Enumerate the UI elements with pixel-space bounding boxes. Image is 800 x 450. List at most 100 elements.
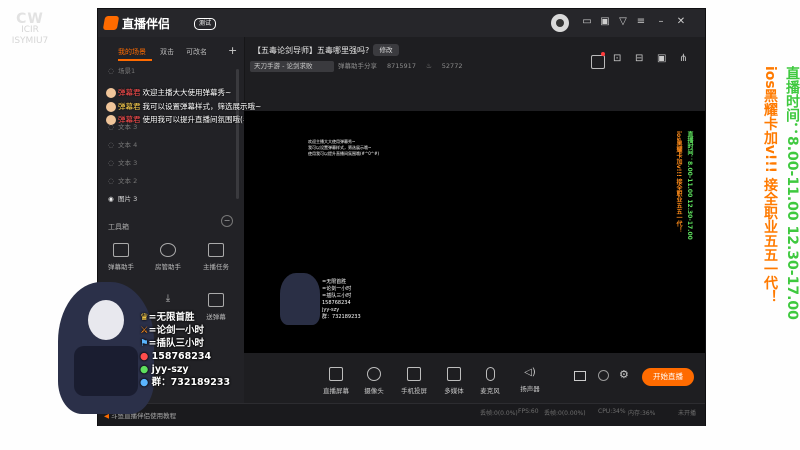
card-line: ● 群：732189233 [140, 377, 231, 388]
microphone-icon [485, 367, 495, 381]
notification-dot [601, 52, 605, 56]
scene-item[interactable]: ◌ 文本 2 [108, 175, 228, 187]
card-line: ♛=无限首胜 [140, 312, 195, 323]
collapse-icon[interactable]: − [221, 215, 233, 227]
heat-value: 52772 [441, 62, 463, 70]
danmu-line: 弹幕君 欢迎主播大大使用弹幕秀~ [106, 87, 231, 99]
toolbox-title: 工具箱 [108, 223, 129, 231]
tab-double-click[interactable]: 双击 [160, 46, 174, 58]
lock-icon[interactable]: ⊡ [613, 53, 621, 64]
preview-promo-text: ios黑耀卡加v!!! 接全职业五五一代！ [675, 131, 682, 233]
task-icon [208, 243, 224, 257]
tab-my-scenes[interactable]: 我的场景 [118, 46, 146, 58]
shirt-icon[interactable]: ▽ [617, 16, 629, 28]
message-icon[interactable]: ▣ [599, 16, 611, 28]
menu-icon[interactable]: ≡ [635, 16, 647, 28]
chat-icon [113, 243, 129, 257]
stream-title: 【五毒论剑导师】五毒哪里强吗? [253, 46, 370, 55]
sword-icon: ⚔ [140, 325, 149, 336]
schedule-text: 直播时间：8.00-11.00 12.30-17.00 [784, 66, 800, 320]
scene-item[interactable]: ◉ 图片 3 [108, 193, 228, 205]
media-button[interactable]: 多媒体 [434, 367, 474, 395]
room-label: 弹幕助手分享 [338, 62, 377, 70]
eye-icon[interactable]: ◌ [108, 139, 118, 151]
active-tab-indicator [118, 59, 152, 61]
card-line: ⚔=论剑一小时 [140, 325, 204, 336]
preview-time-text: 直播时间：8.00-11.00 12.30-17.00 [686, 131, 693, 240]
phone-icon [407, 367, 421, 381]
room-id: 8715917 [387, 62, 416, 70]
record-icon[interactable] [598, 370, 609, 381]
streamer-task-button[interactable]: 主播任务 [196, 243, 236, 271]
microphone-button[interactable]: 麦克风 [470, 367, 510, 395]
share-icon[interactable]: ⋔ [679, 53, 687, 64]
app-logo: 直播伴侣 [102, 14, 171, 32]
overlay-logo-line1: CW [16, 11, 44, 27]
tab-renamable[interactable]: 可改名 [186, 46, 207, 58]
scrollbar[interactable] [236, 69, 239, 199]
group-icon: ● [140, 377, 149, 388]
overlay-logo-line3: ISYMIU7 [11, 36, 49, 46]
preview-danmu: 欢迎主播大大使用弹幕秀~ 我可以设置弹幕样式，筛选展示哦~ 使用我可以提升直播间… [308, 139, 380, 156]
add-scene-icon[interactable]: + [228, 44, 237, 57]
stream-preview[interactable]: 欢迎主播大大使用弹幕秀~ 我可以设置弹幕样式，筛选展示哦~ 使用我可以提升直播间… [244, 111, 705, 353]
close-icon[interactable]: ✕ [675, 16, 687, 28]
room-admin-button[interactable]: 房管助手 [148, 243, 188, 271]
download-button[interactable]: ⤓ [148, 293, 188, 309]
unlock-icon[interactable]: ⊟ [635, 53, 643, 64]
stream-overlay-logo: CW ICIR ISYMIU7 [4, 11, 56, 58]
scene-item[interactable]: ◌ 文本 4 [108, 139, 228, 151]
title-bar: 直播伴侣 测试 ▭ ▣ ▽ ≡ – ✕ [98, 9, 705, 37]
minimize-icon[interactable]: – [655, 16, 667, 28]
danmu-line: 弹幕君 我可以设置弹幕样式，筛选展示哦~ [106, 101, 261, 113]
settings-icon[interactable]: ⚙ [619, 368, 629, 381]
download-icon: ⤓ [165, 293, 171, 304]
stat-fps: FPS:60 [518, 408, 539, 415]
person-icon [160, 243, 176, 257]
screen-capture-button[interactable]: 直播屏幕 [316, 367, 356, 395]
speaker-icon: ◁) [524, 367, 536, 378]
overlay-logo-line2: ICIR [21, 25, 39, 35]
screen-icon [329, 367, 343, 381]
version-badge: 测试 [194, 18, 216, 30]
scene-item[interactable]: ◌ 场景1 [108, 65, 228, 77]
preview-character [280, 273, 320, 325]
stat-cpu: CPU:34% [598, 408, 626, 415]
eye-icon[interactable]: ◌ [108, 65, 118, 77]
eye-icon[interactable]: ◌ [108, 157, 118, 169]
speaker-button[interactable]: ◁) 扬声器 [510, 367, 550, 393]
video-icon[interactable] [574, 371, 586, 381]
fire-icon: ♨ [425, 62, 432, 70]
gift-icon[interactable] [591, 55, 605, 69]
stat-memory: 内存:36% [628, 410, 656, 417]
app-logo-icon [102, 16, 120, 30]
avatar [106, 102, 116, 112]
live-status: 未开播 [678, 410, 697, 417]
gift-icon [208, 293, 224, 307]
eye-icon[interactable]: ◌ [108, 175, 118, 187]
app-name: 直播伴侣 [122, 16, 171, 31]
avatar [106, 115, 116, 125]
danmu-helper-button[interactable]: 弹幕助手 [101, 243, 141, 271]
stat-dropped: 丢帧:0(0.0%) [480, 410, 518, 417]
stat-dropped-pct: 丢帧:0(0.00%) [544, 410, 586, 417]
overlay-info-card: ♛=无限首胜 ⚔=论剑一小时 ⚑=插队三小时 ● 158768234 ● jyy… [140, 311, 230, 389]
start-live-button[interactable]: 开始直播 [642, 368, 694, 386]
camera-button[interactable]: 摄像头 [354, 367, 394, 395]
flag-icon: ⚑ [140, 338, 149, 349]
eye-icon[interactable]: ◉ [108, 193, 118, 205]
camera-icon [367, 367, 381, 381]
preview-card: =无限首胜 =论剑一小时 =插队三小时 158768234 jyy-szy 群：… [322, 279, 361, 320]
scene-item[interactable]: ◌ 文本 3 [108, 157, 228, 169]
screen-icon[interactable]: ▭ [581, 16, 593, 28]
media-icon [447, 367, 461, 381]
record-icon[interactable]: ▣ [657, 53, 666, 64]
card-line: ● 158768234 [140, 351, 212, 362]
phone-cast-button[interactable]: 手机投屏 [394, 367, 434, 395]
edit-title-button[interactable]: 修改 [373, 44, 399, 56]
character-face [88, 300, 124, 340]
category-chip[interactable]: 天刀手游 - 论剑求败 [250, 61, 334, 72]
promo-text: ios黑耀卡加v!!! 接全职业五五一代！ [762, 66, 778, 304]
user-avatar[interactable] [551, 14, 569, 32]
card-line: ● jyy-szy [140, 364, 189, 375]
